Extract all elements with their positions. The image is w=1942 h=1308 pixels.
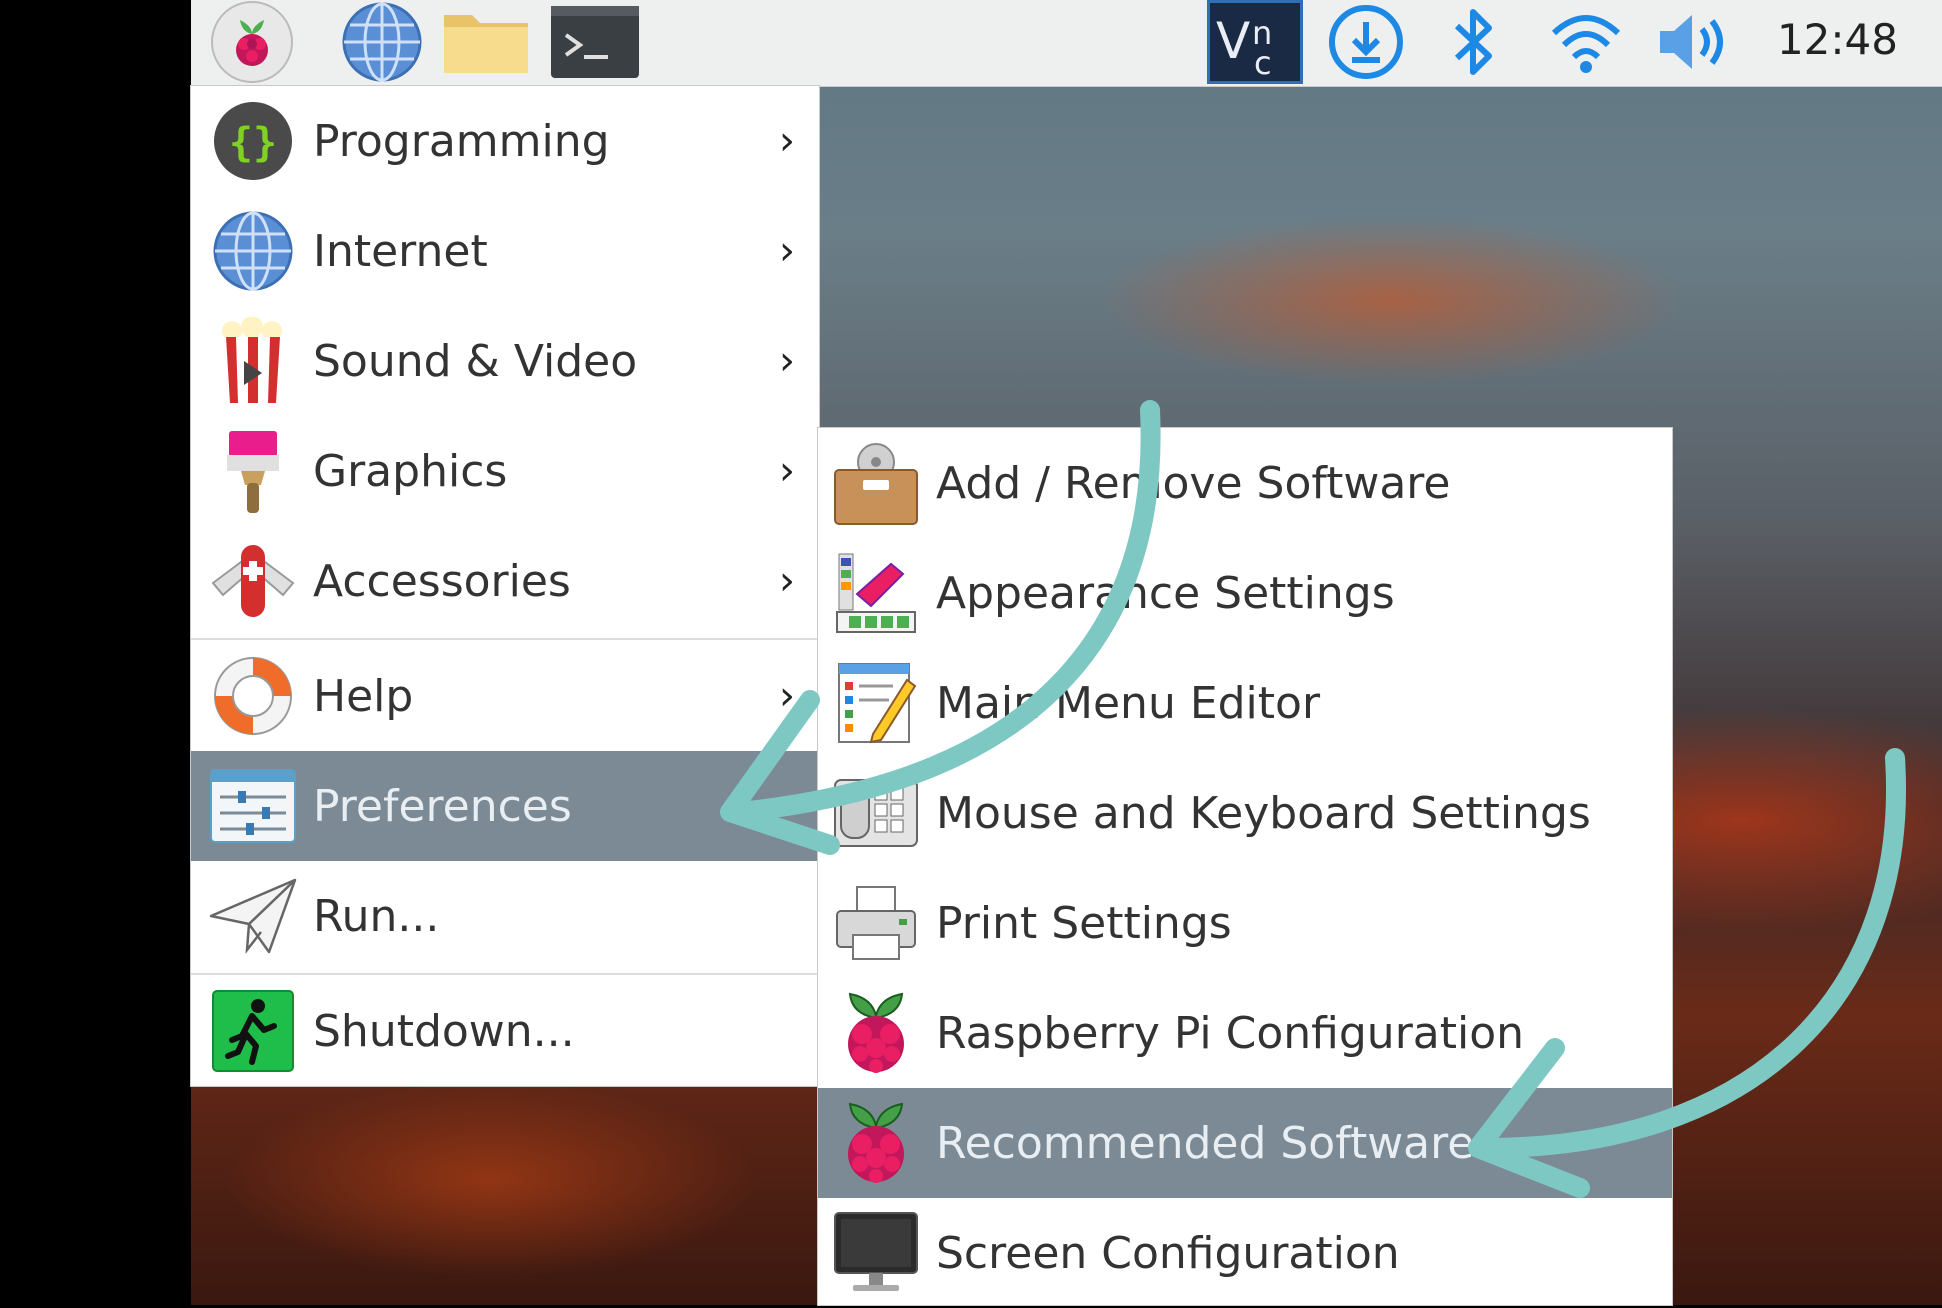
- submenu-item-screen-configuration[interactable]: Screen Configuration: [818, 1198, 1672, 1308]
- appearance-palette-icon: [832, 549, 920, 637]
- submenu-item-raspberry-pi-configuration[interactable]: Raspberry Pi Configuration: [818, 978, 1672, 1088]
- raspberry-menu-icon[interactable]: [207, 1, 297, 83]
- submenu-item-label: Raspberry Pi Configuration: [936, 1007, 1525, 1059]
- svg-text:c: c: [1254, 44, 1272, 80]
- menu-item-label: Run...: [313, 890, 440, 942]
- submenu-item-recommended-software[interactable]: Recommended Software: [818, 1088, 1672, 1198]
- menu-item-help[interactable]: Help ›: [191, 641, 819, 751]
- lifebuoy-icon: [209, 652, 297, 740]
- paintbrush-icon: [209, 427, 297, 515]
- keyboard-mouse-icon: [832, 769, 920, 857]
- menu-item-label: Graphics: [313, 445, 508, 497]
- submenu-item-add-remove-software[interactable]: Add / Remove Software: [818, 428, 1672, 538]
- bluetooth-icon[interactable]: [1439, 4, 1509, 80]
- application-menu: {} Programming › Internet › Sound & Vide…: [191, 86, 819, 1086]
- submenu-item-label: Recommended Software: [936, 1117, 1475, 1169]
- submenu-arrow-icon: ›: [779, 558, 795, 604]
- submenu-item-mouse-keyboard-settings[interactable]: Mouse and Keyboard Settings: [818, 758, 1672, 868]
- menu-separator: [191, 638, 819, 640]
- taskbar: V n c 12:48: [191, 0, 1942, 87]
- menu-item-label: Help: [313, 670, 414, 722]
- printer-icon: [832, 879, 920, 967]
- menu-item-programming[interactable]: {} Programming ›: [191, 86, 819, 196]
- clock[interactable]: 12:48: [1777, 0, 1898, 80]
- paper-plane-icon: [209, 872, 297, 960]
- submenu-item-main-menu-editor[interactable]: Main Menu Editor: [818, 648, 1672, 758]
- web-browser-icon[interactable]: [337, 2, 427, 82]
- submenu-item-print-settings[interactable]: Print Settings: [818, 868, 1672, 978]
- submenu-arrow-icon: ›: [779, 448, 795, 494]
- submenu-arrow-icon: ›: [779, 228, 795, 274]
- file-manager-icon[interactable]: [441, 4, 533, 80]
- svg-text:V: V: [1216, 12, 1250, 70]
- monitor-icon: [832, 1209, 920, 1297]
- wifi-icon[interactable]: [1541, 4, 1631, 80]
- menu-item-shutdown[interactable]: Shutdown...: [191, 976, 819, 1086]
- submenu-arrow-icon: ›: [779, 673, 795, 719]
- menu-item-preferences[interactable]: Preferences: [191, 751, 819, 861]
- submenu-item-label: Add / Remove Software: [936, 457, 1451, 509]
- terminal-icon[interactable]: [549, 4, 641, 80]
- submenu-item-label: Mouse and Keyboard Settings: [936, 787, 1591, 839]
- submenu-arrow-icon: ›: [779, 118, 795, 164]
- menu-item-label: Accessories: [313, 555, 571, 607]
- menu-item-label: Preferences: [313, 780, 572, 832]
- menu-item-internet[interactable]: Internet ›: [191, 196, 819, 306]
- menu-item-label: Programming: [313, 115, 610, 167]
- menu-item-label: Internet: [313, 225, 488, 277]
- menu-editor-icon: [832, 659, 920, 747]
- svg-text:{}: {}: [229, 120, 277, 166]
- submenu-arrow-icon: ›: [779, 338, 795, 384]
- preferences-submenu: Add / Remove Software Appearance Setting…: [818, 428, 1672, 1305]
- submenu-item-label: Main Menu Editor: [936, 677, 1321, 729]
- menu-item-label: Shutdown...: [313, 1005, 575, 1057]
- raspberry-icon: [832, 1099, 920, 1187]
- raspberry-icon: [832, 989, 920, 1077]
- updater-icon[interactable]: [1323, 4, 1409, 80]
- menu-item-graphics[interactable]: Graphics ›: [191, 416, 819, 526]
- menu-item-accessories[interactable]: Accessories ›: [191, 526, 819, 636]
- submenu-item-label: Appearance Settings: [936, 567, 1395, 619]
- submenu-item-label: Print Settings: [936, 897, 1232, 949]
- swiss-knife-icon: [209, 537, 297, 625]
- internet-globe-icon: [209, 207, 297, 295]
- submenu-item-label: Screen Configuration: [936, 1227, 1400, 1279]
- menu-item-run[interactable]: Run...: [191, 861, 819, 971]
- popcorn-icon: [209, 317, 297, 405]
- programming-icon: {}: [209, 97, 297, 185]
- menu-item-label: Sound & Video: [313, 335, 638, 387]
- exit-running-man-icon: [209, 987, 297, 1075]
- preferences-sliders-icon: [209, 762, 297, 850]
- software-box-icon: [832, 439, 920, 527]
- menu-item-sound-video[interactable]: Sound & Video ›: [191, 306, 819, 416]
- vnc-icon[interactable]: V n c: [1207, 0, 1303, 84]
- submenu-item-appearance-settings[interactable]: Appearance Settings: [818, 538, 1672, 648]
- volume-icon[interactable]: [1651, 4, 1741, 80]
- menu-separator: [191, 973, 819, 975]
